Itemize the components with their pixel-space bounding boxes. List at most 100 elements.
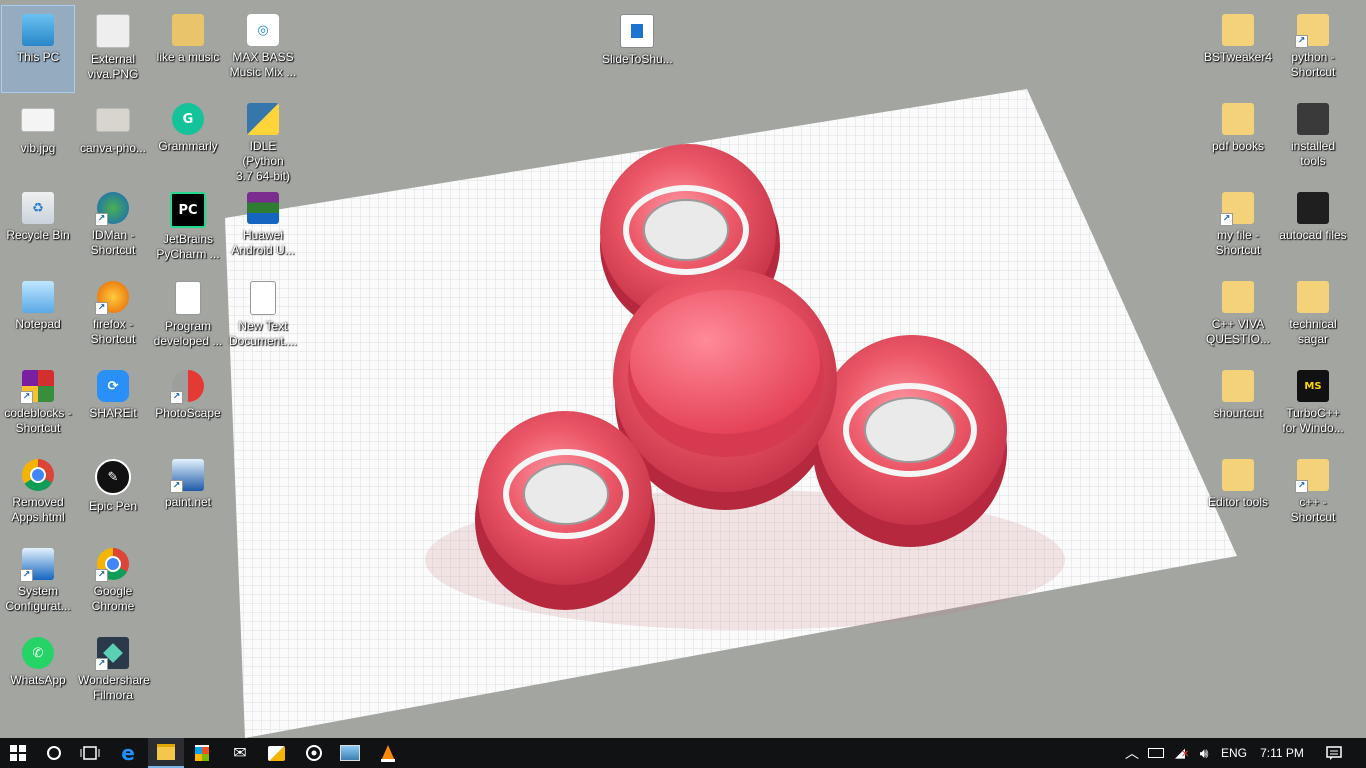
desktop-icon-label: Epic Pen xyxy=(88,499,138,513)
desktop-icon-vib-jpg[interactable]: vib.jpg xyxy=(2,95,74,181)
desktop-icon-my-file[interactable]: ↗ my file - Shortcut xyxy=(1202,184,1274,270)
desktop-icon-system-configuration[interactable]: ↗ System Configurat... xyxy=(2,540,74,626)
desktop-icon-label: codeblocks - Shortcut xyxy=(4,406,72,435)
desktop-icon-label: Huawei Android U... xyxy=(231,228,295,257)
file-explorer-button[interactable] xyxy=(148,738,184,768)
desktop-icon-autocad-files[interactable]: autocad files xyxy=(1277,184,1349,270)
desktop-icon-label: installed tools xyxy=(1290,139,1336,168)
language-indicator[interactable]: ENG xyxy=(1218,738,1250,768)
desktop-icon-label: technical sagar xyxy=(1289,317,1337,346)
turboc-icon: MS xyxy=(1297,370,1329,402)
desktop-icon-paintnet[interactable]: ↗ paint.net xyxy=(152,451,224,537)
cortana-button[interactable] xyxy=(36,738,72,768)
shortcut-arrow-icon: ↗ xyxy=(1220,213,1233,226)
desktop-icon-grammarly[interactable]: G Grammarly xyxy=(152,95,224,181)
desktop-icon-label: Wondershare Filmora xyxy=(78,673,150,702)
shortcut-arrow-icon: ↗ xyxy=(20,391,33,404)
desktop-icon-label: MAX BASS Music Mix ... xyxy=(229,50,297,79)
desktop-icon-pycharm[interactable]: PC JetBrains PyCharm ... xyxy=(152,184,224,270)
desktop-icon-cpp-shortcut[interactable]: ↗ c++ - Shortcut xyxy=(1277,451,1349,537)
desktop-icon-google-chrome[interactable]: ↗ Google Chrome xyxy=(77,540,149,626)
store-button[interactable] xyxy=(184,738,220,768)
shortcut-arrow-icon: ↗ xyxy=(20,569,33,582)
codeblocks-icon: ↗ xyxy=(20,370,54,404)
desktop-icon-bstweaker4[interactable]: BSTweaker4 xyxy=(1202,6,1274,92)
desktop-icon-whatsapp[interactable]: ✆ WhatsApp xyxy=(2,629,74,715)
network-indicator[interactable]: ◢ ✕ xyxy=(1169,738,1191,768)
desktop-icon-label: PhotoScape xyxy=(155,406,221,420)
notepad-icon xyxy=(22,281,54,313)
idm-icon: ↗ xyxy=(95,192,129,226)
desktop-icon-program-developed[interactable]: Program developed ... xyxy=(152,273,224,359)
clock[interactable]: 7:11 PM xyxy=(1254,738,1310,768)
desktop-icon-label: Program developed ... xyxy=(153,319,223,348)
desktop-icon-external-viva[interactable]: External viva.PNG xyxy=(77,6,149,92)
battery-indicator[interactable] xyxy=(1145,738,1167,768)
shortcut-arrow-icon: ↗ xyxy=(1295,480,1308,493)
shortcut-arrow-icon: ↗ xyxy=(1295,35,1308,48)
start-button[interactable] xyxy=(0,738,36,768)
desktop-icon-pdf-books[interactable]: pdf books xyxy=(1202,95,1274,181)
shortcut-arrow-icon: ↗ xyxy=(170,480,183,493)
folder-icon xyxy=(1297,103,1329,135)
desktop-icon-idman[interactable]: ↗ IDMan - Shortcut xyxy=(77,184,149,270)
desktop-icon-notepad[interactable]: Notepad xyxy=(2,273,74,359)
photos-button[interactable] xyxy=(332,738,368,768)
recycle-bin-icon: ♻ xyxy=(22,192,54,224)
python-icon xyxy=(247,103,279,135)
desktop-icon-new-text-document[interactable]: New Text Document.... xyxy=(227,273,299,359)
desktop-icon-turboc[interactable]: MS TurboC++ for Windo... xyxy=(1277,362,1349,448)
desktop-icon-shourtcut[interactable]: shourtcut xyxy=(1202,362,1274,448)
desktop-icon-shareit[interactable]: ⟳ SHAREit xyxy=(77,362,149,448)
folder-shortcut-icon: ↗ xyxy=(1220,192,1254,226)
desktop-icon-filmora[interactable]: ↗ Wondershare Filmora xyxy=(77,629,150,715)
photoscape-icon: ↗ xyxy=(170,370,204,404)
desktop-icon-huawei[interactable]: Huawei Android U... xyxy=(227,184,299,270)
volume-button[interactable]: 🔊︎ xyxy=(1193,738,1215,768)
desktop-icon-label: New Text Document.... xyxy=(228,319,298,348)
desktop-icon-label: canva-pho... xyxy=(79,141,147,155)
desktop-icon-photoscape[interactable]: ↗ PhotoScape xyxy=(152,362,224,448)
desktop-icon-cpp-viva[interactable]: C++ VIVA QUESTIO... xyxy=(1202,273,1274,359)
vlc-button[interactable] xyxy=(370,738,406,768)
shortcut-arrow-icon: ↗ xyxy=(95,213,108,226)
paint-button[interactable] xyxy=(258,738,294,768)
app-icon xyxy=(620,14,654,48)
mail-button[interactable]: ✉ xyxy=(222,738,258,768)
desktop-icon-label: BSTweaker4 xyxy=(1203,50,1273,64)
chevron-up-icon: ︿ xyxy=(1125,745,1139,761)
desktop-icon-technical-sagar[interactable]: technical sagar xyxy=(1277,273,1349,359)
desktop-icon-label: paint.net xyxy=(164,495,212,509)
desktop-icon-removed-apps[interactable]: Removed Apps.html xyxy=(2,451,74,537)
desktop-icon-this-pc[interactable]: This PC xyxy=(1,5,75,93)
desktop-icon-label: autocad files xyxy=(1279,228,1347,242)
groove-button[interactable] xyxy=(296,738,332,768)
desktop-icon-epic-pen[interactable]: ✎ Epic Pen xyxy=(77,451,149,537)
desktop-icon-codeblocks[interactable]: ↗ codeblocks - Shortcut xyxy=(2,362,74,448)
desktop-icon-label: c++ - Shortcut xyxy=(1290,495,1336,524)
desktop-icon-like-a-music[interactable]: like a music xyxy=(152,6,224,92)
desktop-icon-label: my file - Shortcut xyxy=(1215,228,1261,257)
desktop-icon-editor-tools[interactable]: Editor tools xyxy=(1202,451,1274,537)
desktop-icon-installed-tools[interactable]: installed tools xyxy=(1277,95,1349,181)
windows-logo-icon xyxy=(10,745,26,761)
photos-icon xyxy=(340,745,360,761)
show-hidden-icons-button[interactable]: ︿ xyxy=(1122,738,1142,768)
desktop-icon-python-shortcut[interactable]: ↗ python - Shortcut xyxy=(1277,6,1349,92)
task-view-button[interactable] xyxy=(72,738,108,768)
battery-plug-icon xyxy=(1148,748,1164,758)
action-center-button[interactable] xyxy=(1320,738,1348,768)
desktop-icon-label: pdf books xyxy=(1211,139,1265,153)
desktop-icon-slidetoshutdown[interactable]: SlideToShu... xyxy=(601,6,673,92)
desktop-icon-label: IDMan - Shortcut xyxy=(90,228,136,257)
desktop-icon-idle-python[interactable]: IDLE (Python 3.7 64-bit) xyxy=(227,95,299,183)
desktop-icon-recycle-bin[interactable]: ♻ Recycle Bin xyxy=(2,184,74,270)
clock-time: 7:11 PM xyxy=(1260,746,1304,760)
desktop-icon-firefox[interactable]: ↗ firefox - Shortcut xyxy=(77,273,149,359)
desktop-icon-max-bass[interactable]: ◎ MAX BASS Music Mix ... xyxy=(227,6,299,92)
edge-button[interactable]: e xyxy=(110,738,146,768)
desktop-icon-label: Recycle Bin xyxy=(6,228,70,242)
image-file-icon xyxy=(21,108,55,132)
text-file-icon xyxy=(175,281,201,315)
desktop-icon-canva-photo[interactable]: canva-pho... xyxy=(77,95,149,181)
